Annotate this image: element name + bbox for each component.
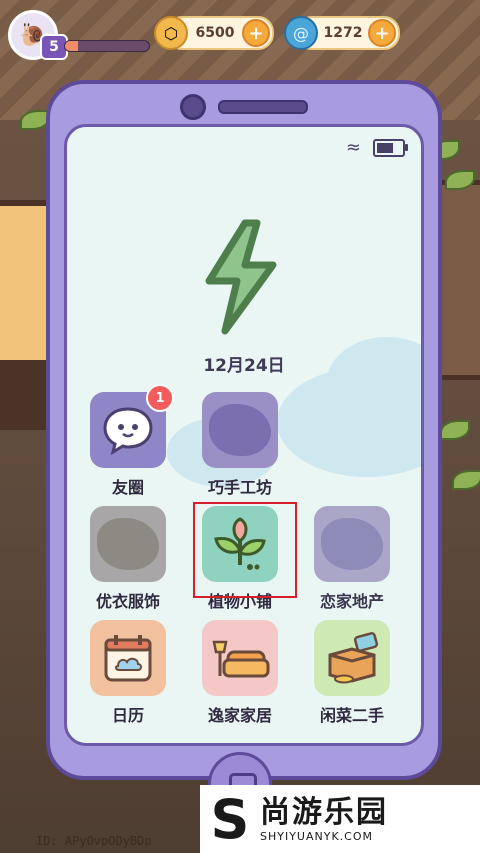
app-tile <box>314 506 390 582</box>
xp-progress-bar <box>64 40 150 52</box>
leaf-decoration <box>452 470 480 490</box>
watermark-logo: S <box>210 787 250 851</box>
app-label: 恋家地产 <box>319 592 384 611</box>
battery-icon <box>373 138 408 157</box>
gem-counter: @ 1272 + <box>284 16 400 50</box>
app-calendar[interactable]: 日历 <box>88 620 168 726</box>
app-label: 优衣服饰 <box>95 592 160 611</box>
app-label: 逸家家居 <box>207 706 272 725</box>
app-clothing[interactable]: 优衣服饰 <box>88 506 168 612</box>
house-silhouette-icon <box>321 518 383 570</box>
workshop-silhouette-icon <box>209 404 271 456</box>
phone-status-icons: ≈ <box>345 137 408 158</box>
app-tile <box>90 506 166 582</box>
add-gems-button[interactable]: + <box>368 19 396 47</box>
lightning-bolt-icon <box>205 219 277 335</box>
app-secondhand[interactable]: 闲菜二手 <box>312 620 392 726</box>
site-watermark: S 尚游乐园 SHYIYUANYK.COM <box>200 785 480 853</box>
selection-highlight-box <box>193 502 297 598</box>
sofa-lamp-icon <box>212 640 270 678</box>
wifi-icon: ≈ <box>345 137 361 158</box>
phone-camera <box>180 94 206 120</box>
app-friends-circle[interactable]: 1 友圈 <box>88 384 174 498</box>
app-label: 日历 <box>111 706 144 725</box>
watermark-url: SHYIYUANYK.COM <box>260 829 373 843</box>
coin-icon: ⬡ <box>154 16 188 50</box>
box-tag-icon <box>328 632 379 684</box>
xp-progress-fill <box>65 41 78 51</box>
clothing-silhouette-icon <box>97 518 159 570</box>
app-tile <box>90 620 166 696</box>
app-tile <box>202 392 278 468</box>
app-tile: 1 <box>90 384 174 468</box>
watermark-name: 尚游乐园 <box>260 794 388 830</box>
player-id: ID: APyOvpODyBDp <box>36 834 152 848</box>
app-tile <box>314 620 390 696</box>
swirl-gem-icon: @ <box>284 16 318 50</box>
chat-bubble-icon <box>103 407 153 455</box>
coin-counter: ⬡ 6500 + <box>154 16 274 50</box>
calendar-icon <box>104 635 152 682</box>
notification-badge: 1 <box>146 384 174 412</box>
top-status-bar: 🐌 5 ⬡ 6500 + @ 1272 + <box>0 0 480 64</box>
app-label: 巧手工坊 <box>207 478 272 497</box>
app-workshop[interactable]: 巧手工坊 <box>200 392 280 498</box>
add-coins-button[interactable]: + <box>242 19 270 47</box>
app-label: 友圈 <box>111 478 144 497</box>
app-real-estate[interactable]: 恋家地产 <box>312 506 392 612</box>
phone-speaker <box>218 100 308 114</box>
phone-date: 12月24日 <box>203 356 285 376</box>
coin-value: 6500 <box>195 25 235 41</box>
app-home-furniture[interactable]: 逸家家居 <box>200 620 280 726</box>
app-tile <box>202 620 278 696</box>
gem-value: 1272 <box>323 25 363 41</box>
app-label: 闲菜二手 <box>319 706 384 725</box>
